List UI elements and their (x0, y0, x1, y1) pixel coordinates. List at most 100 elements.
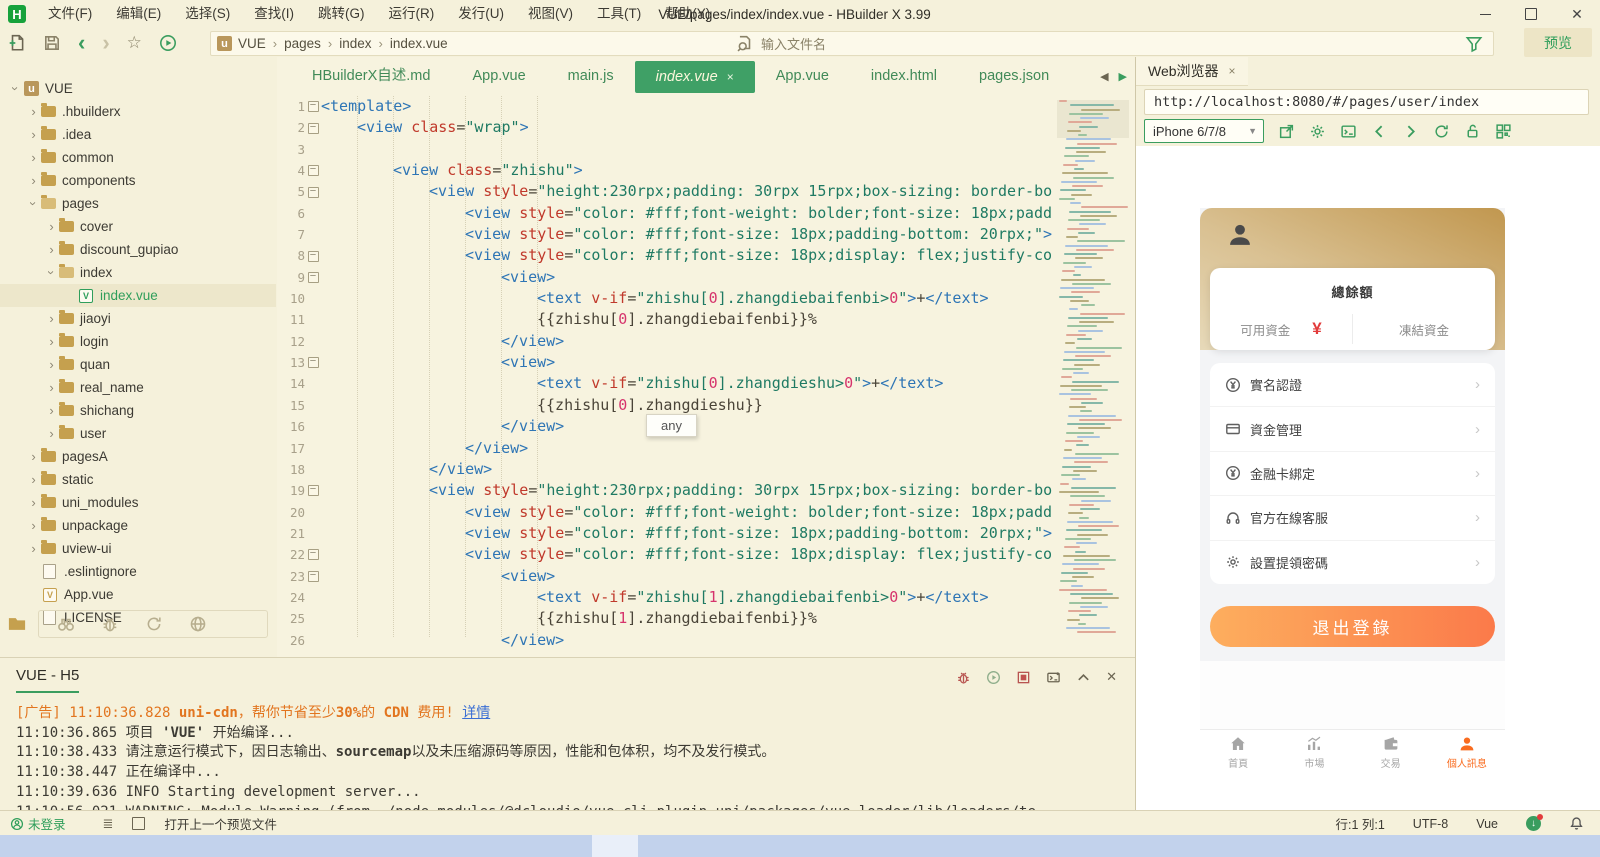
chevron-right-icon[interactable]: › (44, 426, 59, 441)
list-icon[interactable]: ≣ (103, 816, 114, 832)
debug-bug-icon[interactable] (956, 670, 971, 685)
chevron-down-icon[interactable]: › (44, 265, 59, 280)
code-line-12[interactable]: 12</view> (277, 331, 1135, 352)
yen-circle-icon[interactable] (1225, 377, 1241, 393)
open-external-icon[interactable] (1278, 123, 1295, 140)
sidebar-item-unpackage[interactable]: ›unpackage (0, 514, 276, 537)
console-panel-icon[interactable] (1340, 123, 1357, 140)
code-line-16[interactable]: 16</view> (277, 416, 1135, 437)
fold-marker-icon[interactable]: – (305, 96, 321, 117)
url-bar[interactable]: http://localhost:8080/#/pages/user/index (1144, 89, 1589, 115)
logout-button[interactable]: 退出登錄 (1210, 606, 1495, 647)
card-icon[interactable] (1225, 421, 1241, 437)
star-icon[interactable]: ☆ (127, 33, 142, 53)
console-add-icon[interactable] (1046, 670, 1061, 685)
breadcrumb-item-3[interactable]: index.vue (390, 36, 448, 51)
sidebar-item--hbuilderx[interactable]: ›.hbuilderx (0, 100, 276, 123)
fold-marker-icon[interactable]: – (305, 160, 321, 181)
profile-menu-item-0[interactable]: 實名認證› (1210, 363, 1495, 407)
tabs-scroll-right-icon[interactable]: ▶ (1119, 70, 1127, 83)
menu-item-8[interactable]: 工具(T) (585, 0, 653, 28)
fold-marker-icon[interactable]: – (305, 566, 321, 587)
chevron-right-icon[interactable]: › (44, 242, 59, 257)
browser-tab[interactable]: Web浏览器 × (1136, 57, 1248, 86)
chevron-right-icon[interactable]: › (26, 495, 41, 510)
unlock-icon[interactable] (1464, 123, 1481, 140)
menu-item-4[interactable]: 跳转(G) (306, 0, 377, 28)
chevron-right-icon[interactable]: › (44, 357, 59, 372)
sidebar-item-app-vue[interactable]: VApp.vue (0, 583, 276, 606)
update-icon[interactable]: ↓ (1526, 816, 1541, 831)
nav-forward-icon[interactable] (1402, 123, 1419, 140)
code-line-3[interactable]: 3 (277, 139, 1135, 160)
sidebar-item--eslintignore[interactable]: .eslintignore (0, 560, 276, 583)
sidebar-item-discount-gupiao[interactable]: ›discount_gupiao (0, 238, 276, 261)
sidebar-item-vue[interactable]: ›uVUE (0, 77, 276, 100)
sidebar-item-components[interactable]: ›components (0, 169, 276, 192)
code-line-20[interactable]: 20<view style="color: #fff;font-weight: … (277, 502, 1135, 523)
code-line-7[interactable]: 7<view style="color: #fff;font-size: 18p… (277, 224, 1135, 245)
code-line-15[interactable]: 15{{zhishu[0].zhangdieshu}} (277, 395, 1135, 416)
sidebar-item-common[interactable]: ›common (0, 146, 276, 169)
browser-tab-close-icon[interactable]: × (1229, 64, 1236, 78)
menu-item-1[interactable]: 编辑(E) (104, 0, 173, 28)
editor-tab-app-vue[interactable]: App.vue (451, 57, 546, 96)
phone-tab-0[interactable]: 首頁 (1200, 730, 1276, 774)
open-previous-preview[interactable]: 打开上一个预览文件 (164, 814, 277, 833)
code-line-25[interactable]: 25{{zhishu[1].zhangdiebaifenbi}}% (277, 608, 1135, 629)
editor-tab-pages-json[interactable]: pages.json (958, 57, 1070, 96)
sidebar-item-pagesa[interactable]: ›pagesA (0, 445, 276, 468)
nav-back-icon[interactable] (1371, 123, 1388, 140)
code-line-6[interactable]: 6<view style="color: #fff;font-weight: b… (277, 203, 1135, 224)
notification-bell-icon[interactable] (1569, 816, 1584, 831)
login-status[interactable]: 未登录 (10, 814, 66, 833)
headset-icon[interactable] (1225, 510, 1241, 526)
breadcrumb-bar[interactable]: u VUE›pages›index›index.vue 输入文件名 (210, 31, 1494, 56)
filter-icon[interactable] (1465, 35, 1483, 53)
encoding-indicator[interactable]: UTF-8 (1413, 817, 1448, 831)
close-button[interactable]: ✕ (1554, 0, 1600, 28)
minimize-button[interactable] (1462, 0, 1508, 28)
sidebar-item-quan[interactable]: ›quan (0, 353, 276, 376)
code-line-2[interactable]: 2–<view class="wrap"> (277, 117, 1135, 138)
menu-item-2[interactable]: 选择(S) (173, 0, 242, 28)
editor-tab-index-html[interactable]: index.html (850, 57, 958, 96)
save-icon[interactable] (43, 34, 61, 52)
editor-tab-index-vue[interactable]: index.vue× (635, 61, 755, 93)
sidebar-item-user[interactable]: ›user (0, 422, 276, 445)
console-tab[interactable]: VUE - H5 (16, 667, 79, 693)
chevron-right-icon[interactable]: › (26, 127, 41, 142)
fold-marker-icon[interactable]: – (305, 352, 321, 373)
chevron-right-icon[interactable]: › (44, 334, 59, 349)
breadcrumb-item-0[interactable]: VUE (238, 36, 266, 51)
code-line-4[interactable]: 4–<view class="zhishu"> (277, 160, 1135, 181)
menu-item-0[interactable]: 文件(F) (36, 0, 104, 28)
qrcode-icon[interactable] (1495, 123, 1512, 140)
fold-marker-icon[interactable]: – (305, 480, 321, 501)
cursor-position[interactable]: 行:1 列:1 (1335, 814, 1384, 833)
editor-tab-main-js[interactable]: main.js (547, 57, 635, 96)
code-line-13[interactable]: 13–<view> (277, 352, 1135, 373)
fold-marker-icon[interactable]: – (305, 117, 321, 138)
code-line-9[interactable]: 9–<view> (277, 267, 1135, 288)
minimap[interactable] (1057, 100, 1129, 633)
code-line-1[interactable]: 1–<template> (277, 96, 1135, 117)
chevron-right-icon[interactable]: › (26, 173, 41, 188)
binoculars-icon[interactable] (57, 615, 75, 633)
sidebar-item-pages[interactable]: ›pages (0, 192, 276, 215)
breadcrumb-item-1[interactable]: pages (284, 36, 321, 51)
menu-item-7[interactable]: 视图(V) (516, 0, 585, 28)
debug-bug-icon[interactable] (101, 615, 119, 633)
network-globe-icon[interactable] (189, 615, 207, 633)
chevron-right-icon[interactable]: › (26, 449, 41, 464)
chevron-right-icon[interactable]: › (26, 150, 41, 165)
sidebar-item-index[interactable]: ›index (0, 261, 276, 284)
code-line-23[interactable]: 23–<view> (277, 566, 1135, 587)
code-line-19[interactable]: 19–<view style="height:230rpx;padding: 3… (277, 480, 1135, 501)
code-line-5[interactable]: 5–<view style="height:230rpx;padding: 30… (277, 181, 1135, 202)
refresh-icon[interactable] (145, 615, 163, 633)
chevron-right-icon[interactable]: › (26, 104, 41, 119)
chevron-right-icon[interactable]: › (26, 541, 41, 556)
profile-menu-item-3[interactable]: 官方在線客服› (1210, 496, 1495, 540)
sidebar-item-cover[interactable]: ›cover (0, 215, 276, 238)
